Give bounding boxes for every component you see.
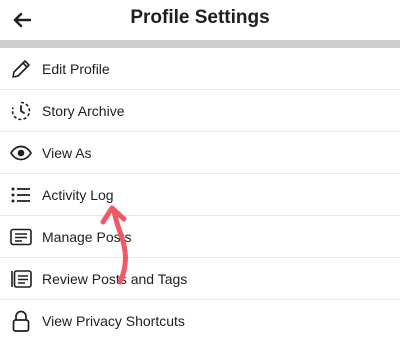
menu-item-review-posts-and-tags[interactable]: Review Posts and Tags (0, 258, 400, 300)
menu-label: View As (42, 144, 92, 161)
clock-history-icon (9, 99, 33, 123)
menu-label: Manage Posts (42, 228, 132, 245)
menu-item-activity-log[interactable]: Activity Log (0, 174, 400, 216)
settings-menu: Edit Profile Story Archive View As Activ… (0, 48, 400, 342)
page-title: Profile Settings (130, 7, 270, 28)
lock-icon (9, 309, 33, 333)
menu-label: Activity Log (42, 186, 114, 203)
menu-item-view-privacy-shortcuts[interactable]: View Privacy Shortcuts (0, 300, 400, 342)
eye-icon (9, 141, 33, 165)
section-divider (0, 40, 400, 48)
header: Profile Settings (0, 0, 400, 40)
posts-icon (9, 225, 33, 249)
menu-label: View Privacy Shortcuts (42, 313, 185, 329)
menu-item-view-as[interactable]: View As (0, 132, 400, 174)
menu-item-edit-profile[interactable]: Edit Profile (0, 48, 400, 90)
list-icon (9, 183, 33, 207)
tag-review-icon (9, 267, 33, 291)
pencil-icon (9, 57, 33, 81)
menu-label: Story Archive (42, 102, 125, 119)
menu-label: Edit Profile (42, 60, 110, 77)
menu-label: Review Posts and Tags (42, 270, 188, 287)
menu-item-story-archive[interactable]: Story Archive (0, 90, 400, 132)
menu-item-manage-posts[interactable]: Manage Posts (0, 216, 400, 258)
